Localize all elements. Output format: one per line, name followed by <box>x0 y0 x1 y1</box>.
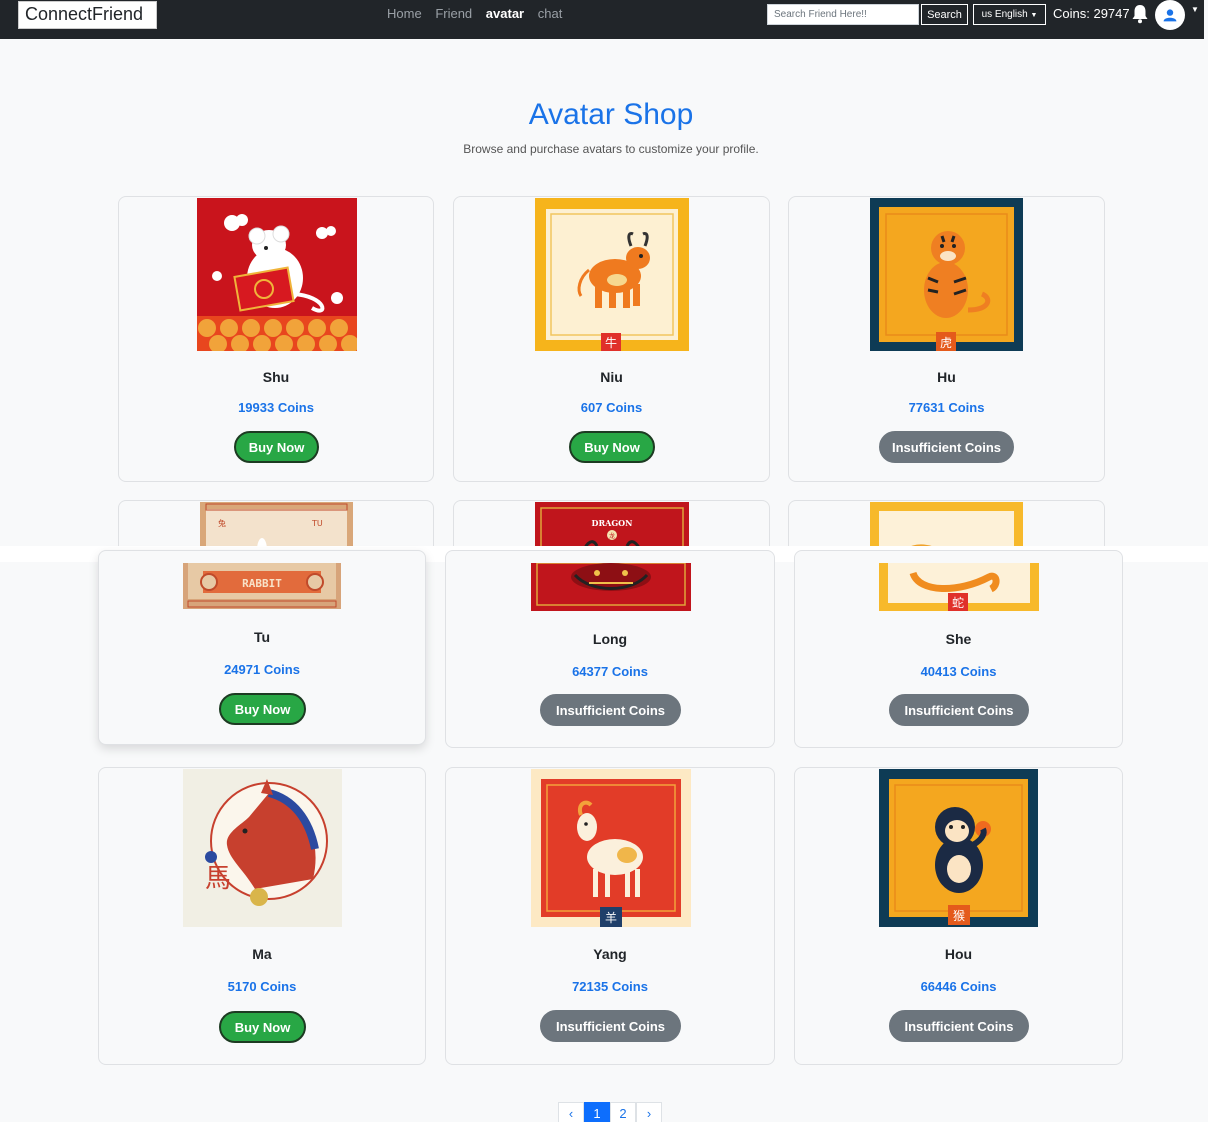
avatar-name: Shu <box>262 369 290 385</box>
tu-top-right-text: TU <box>311 519 323 528</box>
language-dropdown[interactable]: us English ▼ <box>973 4 1046 25</box>
avatar-image-she: 蛇 <box>879 563 1039 611</box>
avatar-card-hou: 猴 Hou 66446 Coins Insufficient Coins <box>794 767 1123 1065</box>
page-title: Avatar Shop <box>528 98 694 131</box>
pagination-prev[interactable]: ‹ <box>558 1102 584 1122</box>
insufficient-coins-button[interactable]: Insufficient Coins <box>540 694 681 726</box>
user-icon <box>1163 9 1177 22</box>
avatar-name: Hou <box>944 946 973 962</box>
avatar-card-long: Long 64377 Coins Insufficient Coins <box>445 550 775 748</box>
avatar-price: 72135 Coins <box>572 979 648 994</box>
bell-icon[interactable] <box>1131 4 1149 24</box>
insufficient-coins-button[interactable]: Insufficient Coins <box>540 1010 681 1042</box>
chevron-down-icon: ▼ <box>1030 12 1038 19</box>
avatar-card-hu: 虎 Hu 77631 Coins Insufficient Coins <box>788 196 1105 482</box>
insufficient-coins-button[interactable]: Insufficient Coins <box>889 1010 1029 1042</box>
search-friend-input[interactable] <box>767 4 919 25</box>
hou-glyph: 猴 <box>953 909 965 923</box>
buy-now-button[interactable]: Buy Now <box>234 431 319 463</box>
buy-now-button[interactable]: Buy Now <box>219 693 306 725</box>
avatar-price: 66446 Coins <box>920 979 997 994</box>
avatar-card-shu: Shu 19933 Coins Buy Now <box>118 196 434 482</box>
avatar-card-yang: 羊 Yang 72135 Coins Insufficient Coins <box>445 767 775 1065</box>
avatar-price: 77631 Coins <box>908 400 985 415</box>
long-banner-text: DRAGON <box>592 518 633 528</box>
user-menu-caret-icon[interactable]: ▼ <box>1191 5 1199 14</box>
language-label: us English <box>981 9 1028 20</box>
avatar-card-she: 蛇 She 40413 Coins Insufficient Coins <box>794 550 1123 748</box>
avatar-card-ma: 馬 Ma 5170 Coins Buy Now <box>98 767 426 1065</box>
hu-glyph: 虎 <box>940 336 952 350</box>
buy-now-button[interactable]: Buy Now <box>219 1011 306 1043</box>
navbar: ConnectFriend Home Friend avatar chat Se… <box>0 0 1204 39</box>
avatar-name: Tu <box>253 629 271 645</box>
avatar-image-ma: 馬 <box>183 769 342 927</box>
avatar-image-tu: RABBIT <box>183 563 341 609</box>
yang-glyph: 羊 <box>605 910 617 925</box>
avatar-name: Niu <box>600 369 623 385</box>
nav-link-home[interactable]: Home <box>387 6 422 21</box>
avatar-image-niu: 牛 <box>535 198 689 351</box>
nav-link-avatar[interactable]: avatar <box>486 6 524 21</box>
ma-glyph: 馬 <box>205 864 231 894</box>
avatar-image-long <box>531 563 691 611</box>
avatar-price: 40413 Coins <box>920 664 997 679</box>
avatar-name: Yang <box>593 946 627 962</box>
avatar-price: 19933 Coins <box>238 400 314 415</box>
she-glyph: 蛇 <box>952 595 964 610</box>
avatar-card-tu: RABBIT Tu 24971 Coins Buy Now <box>98 550 426 745</box>
pagination-page-1[interactable]: 1 <box>584 1102 610 1122</box>
coins-balance: Coins: 29747 <box>1053 6 1130 21</box>
avatar-name: Ma <box>252 946 272 962</box>
avatar-name: She <box>945 631 972 647</box>
avatar-price: 607 Coins <box>580 400 643 415</box>
avatar-card-niu: 牛 Niu 607 Coins Buy Now <box>453 196 770 482</box>
avatar-name: Long <box>592 631 628 647</box>
avatar-image-shu <box>197 198 357 351</box>
avatar-price: 64377 Coins <box>572 664 648 679</box>
avatar-price: 5170 Coins <box>227 979 297 994</box>
avatar-image-hou: 猴 <box>879 769 1038 927</box>
pagination-page-2[interactable]: 2 <box>610 1102 636 1122</box>
tu-top-left-glyph: 兔 <box>218 518 226 528</box>
buy-now-button[interactable]: Buy Now <box>569 431 655 463</box>
avatar-image-hu: 虎 <box>870 198 1023 351</box>
long-glyph: 龙 <box>609 532 615 540</box>
niu-glyph: 牛 <box>605 335 617 350</box>
tu-banner-text: RABBIT <box>242 577 282 590</box>
search-button[interactable]: Search <box>921 4 968 25</box>
brand-logo[interactable]: ConnectFriend <box>18 1 157 29</box>
nav-link-chat[interactable]: chat <box>538 6 563 21</box>
insufficient-coins-button[interactable]: Insufficient Coins <box>889 694 1029 726</box>
nav-links: Home Friend avatar chat <box>387 6 572 21</box>
insufficient-coins-button[interactable]: Insufficient Coins <box>879 431 1014 463</box>
pagination-next[interactable]: › <box>636 1102 662 1122</box>
avatar-name: Hu <box>937 369 956 385</box>
avatar-image-yang: 羊 <box>531 769 691 927</box>
avatar-price: 24971 Coins <box>224 662 300 677</box>
page-subtitle: Browse and purchase avatars to customize… <box>463 142 759 156</box>
pagination: ‹ 1 2 › <box>558 1102 662 1122</box>
nav-link-friend[interactable]: Friend <box>435 6 472 21</box>
user-avatar-button[interactable] <box>1155 0 1185 30</box>
